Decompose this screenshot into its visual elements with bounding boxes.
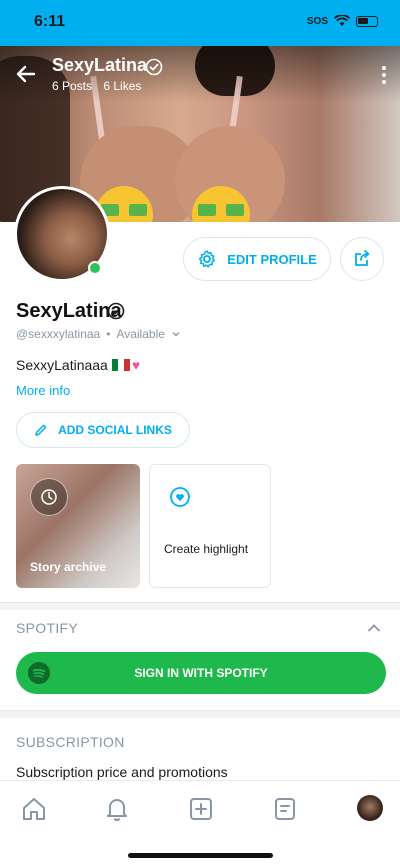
- spotify-section-title: SPOTIFY: [16, 620, 78, 636]
- home-icon[interactable]: [20, 795, 48, 823]
- story-archive-card[interactable]: Story archive: [16, 464, 140, 588]
- create-highlight-card[interactable]: Create highlight: [149, 464, 271, 588]
- bell-icon[interactable]: [103, 795, 131, 823]
- verified-icon: [145, 58, 163, 76]
- story-archive-label: Story archive: [30, 560, 107, 574]
- profile-handle: @sexxxylatinaa: [16, 327, 101, 341]
- chevron-down-icon[interactable]: [171, 329, 181, 339]
- messages-icon[interactable]: [271, 795, 299, 823]
- verified-icon: [107, 302, 125, 320]
- cash-icon: [129, 204, 147, 216]
- heart-icon: ♥: [131, 357, 141, 373]
- add-social-links-button[interactable]: ADD SOCIAL LINKS: [16, 412, 190, 448]
- cash-icon: [198, 204, 216, 216]
- edit-profile-button[interactable]: EDIT PROFILE: [183, 237, 331, 281]
- back-arrow-icon[interactable]: [14, 62, 38, 86]
- profile-avatar-nav[interactable]: [357, 795, 383, 821]
- gear-icon: [199, 250, 216, 268]
- add-social-links-label: ADD SOCIAL LINKS: [58, 423, 172, 437]
- clock-icon: [30, 478, 68, 516]
- section-divider: [0, 710, 400, 718]
- sign-in-spotify-label: SIGN IN WITH SPOTIFY: [134, 666, 268, 680]
- cash-icon: [226, 204, 244, 216]
- share-icon: [355, 250, 370, 266]
- highlight-icon: [170, 487, 190, 507]
- status-indicators: SOS: [307, 15, 378, 27]
- availability-status[interactable]: Available: [116, 327, 164, 341]
- share-profile-button[interactable]: [340, 237, 384, 281]
- header-name: SexyLatina: [52, 55, 148, 75]
- battery-icon: [356, 15, 378, 27]
- subscription-price-item[interactable]: Subscription price and promotions: [16, 764, 228, 780]
- home-indicator: [128, 853, 273, 858]
- more-vertical-icon[interactable]: [382, 66, 386, 84]
- chevron-up-icon[interactable]: [366, 620, 382, 636]
- bio-text: SexxyLatinaaa: [16, 357, 108, 373]
- profile-handle-row: @sexxxylatinaa • Available: [16, 327, 181, 341]
- carrier-label: SOS: [306, 15, 328, 27]
- posts-count: 6 Posts: [52, 79, 93, 93]
- status-time: 6:11: [34, 13, 66, 30]
- section-divider: [0, 602, 400, 610]
- likes-count: 6 Likes: [103, 79, 142, 93]
- header-stats: 6 Posts 6 Likes: [52, 79, 149, 93]
- mexico-flag-icon: [111, 359, 130, 371]
- create-highlight-label: Create highlight: [164, 542, 249, 556]
- online-status-dot: [88, 261, 102, 275]
- sign-in-spotify-button[interactable]: SIGN IN WITH SPOTIFY: [16, 652, 386, 694]
- status-bar: 6:11 SOS: [0, 0, 400, 46]
- pencil-icon: [35, 424, 47, 436]
- separator: •: [106, 327, 111, 341]
- profile-name: SexyLatina: [16, 300, 122, 322]
- spotify-icon: [28, 662, 50, 684]
- more-info-link[interactable]: More info: [16, 383, 70, 398]
- plus-square-icon[interactable]: [187, 795, 215, 823]
- edit-profile-label: EDIT PROFILE: [227, 251, 317, 267]
- subscription-section-title: SUBSCRIPTION: [16, 734, 125, 750]
- wifi-icon: [334, 15, 350, 26]
- bio: SexxyLatinaaa ♥: [16, 357, 140, 373]
